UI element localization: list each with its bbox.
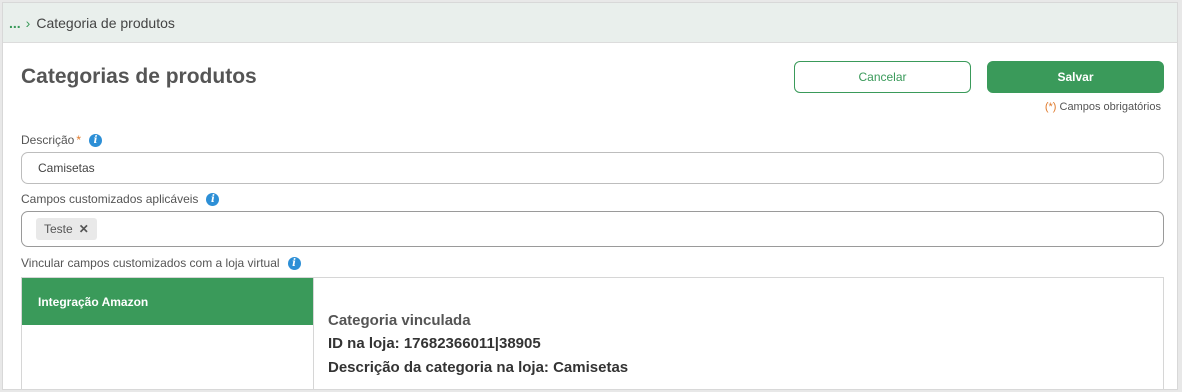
- required-asterisk: *: [76, 133, 82, 147]
- link-custom-fields-label-text: Vincular campos customizados com a loja …: [21, 256, 280, 270]
- linked-category-heading: Categoria vinculada: [328, 312, 471, 329]
- integration-content: Categoria vinculada ID na loja: 17682366…: [328, 312, 628, 383]
- cancel-button[interactable]: Cancelar: [794, 61, 971, 93]
- required-fields-note: (*) Campos obrigatórios: [1045, 101, 1161, 113]
- breadcrumb: ... › Categoria de produtos: [3, 3, 1177, 43]
- chevron-right-icon: ›: [25, 14, 31, 31]
- description-input-value: Camisetas: [38, 161, 95, 175]
- info-icon[interactable]: i: [287, 256, 301, 270]
- panel-divider: [313, 278, 314, 389]
- breadcrumb-current: Categoria de produtos: [36, 14, 175, 31]
- tab-integracao-amazon[interactable]: Integração Amazon: [22, 278, 313, 325]
- close-icon[interactable]: ✕: [79, 222, 89, 236]
- tag-label: Teste: [44, 222, 73, 236]
- description-label: Descrição * i: [21, 133, 103, 147]
- custom-fields-label-text: Campos customizados aplicáveis: [21, 192, 199, 206]
- link-custom-fields-label: Vincular campos customizados com a loja …: [21, 256, 301, 270]
- required-mark: (*): [1044, 101, 1057, 113]
- custom-fields-tag-input[interactable]: Teste ✕: [21, 211, 1164, 247]
- breadcrumb-ellipsis[interactable]: ...: [9, 15, 21, 31]
- description-label-text: Descrição: [21, 133, 75, 147]
- tag-chip: Teste ✕: [36, 218, 97, 240]
- info-icon[interactable]: i: [206, 192, 220, 206]
- description-input[interactable]: Camisetas: [21, 152, 1164, 184]
- page-title: Categorias de produtos: [21, 65, 257, 88]
- custom-fields-label: Campos customizados aplicáveis i: [21, 192, 220, 206]
- info-icon[interactable]: i: [89, 133, 103, 147]
- integration-panel: Integração Amazon Categoria vinculada ID…: [21, 277, 1164, 389]
- save-button[interactable]: Salvar: [987, 61, 1164, 93]
- store-category-description-line: Descrição da categoria na loja: Camiseta…: [328, 359, 629, 376]
- app-frame: ... › Categoria de produtos Categorias d…: [2, 2, 1178, 390]
- store-id-line: ID na loja: 17682366011|38905: [328, 335, 541, 352]
- required-text: Campos obrigatórios: [1059, 101, 1162, 113]
